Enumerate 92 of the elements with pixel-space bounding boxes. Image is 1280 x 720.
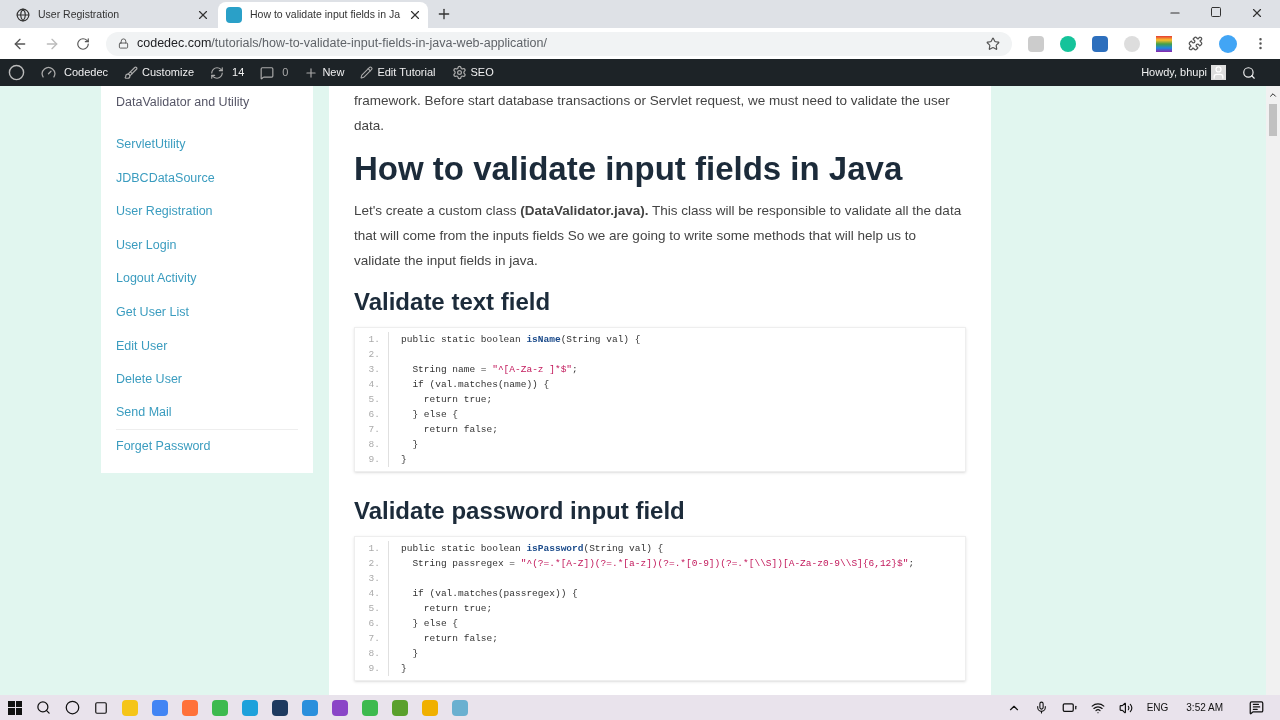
sidebar-link[interactable]: DataValidator and Utility (116, 92, 250, 112)
line-number: 4. (368, 588, 380, 599)
code-line: } (401, 454, 407, 465)
search-icon[interactable] (1242, 65, 1256, 80)
code-line: public static boolean isName(String val) { (401, 334, 641, 345)
wifi-icon[interactable] (1090, 700, 1105, 715)
code-line: String passregex = "^(?=.*[A-Z])(?=.*[a-z])(?=.*[0-9])(?=.*[\\S])[A-Za-z0-9\\S]{6,12}$"; (411, 558, 915, 569)
body-paragraph: Let's create a custom class (DataValidator.java). This class will be responsible to validate all the data that will come from the inputs fields So we are going to write some methods that will help us to validate the input fields in java. (354, 202, 963, 270)
scrollbar[interactable] (1266, 86, 1280, 695)
notifications-icon[interactable] (1249, 700, 1264, 715)
section-heading: Validate text field (354, 287, 552, 317)
updates-icon (210, 65, 224, 80)
comments-count[interactable]: 0 (282, 64, 289, 81)
battery-icon[interactable] (1061, 700, 1077, 715)
language-indicator[interactable]: ENG (1146, 700, 1169, 715)
line-number: 8. (368, 439, 380, 450)
code-line: } else { (411, 618, 458, 629)
close-icon[interactable] (408, 8, 422, 22)
start-icon[interactable] (8, 700, 22, 715)
code-line: } (401, 663, 407, 674)
line-number: 5. (368, 394, 380, 405)
lock-icon (118, 38, 129, 49)
extension-icon[interactable] (1092, 35, 1108, 52)
line-number: 7. (368, 424, 380, 435)
dashboard-icon (41, 65, 56, 80)
code-line: return false; (422, 633, 498, 644)
code-line: return true; (422, 394, 493, 405)
code-line: String name = "^[A-Za-z ]*$"; (411, 364, 578, 375)
close-icon[interactable] (1250, 6, 1264, 20)
address-bar[interactable]: codedec.com/tutorials/how-to-validate-input-fields-in-java-web-application/ (106, 31, 1012, 56)
close-icon[interactable] (196, 8, 210, 22)
brush-icon (124, 65, 139, 80)
code-line: return false; (422, 424, 498, 435)
line-number: 6. (368, 409, 380, 420)
new-tab-icon[interactable] (436, 6, 452, 22)
extension-icon[interactable] (1156, 35, 1172, 52)
puzzle-icon[interactable] (1188, 36, 1203, 51)
seo-link[interactable]: SEO (470, 64, 494, 81)
line-number: 3. (368, 573, 380, 584)
site-link[interactable]: Codedec (64, 64, 109, 81)
app-icon[interactable] (272, 699, 288, 716)
line-number: 9. (368, 663, 380, 674)
customize-link[interactable]: Customize (142, 64, 194, 81)
tab-title: How to validate input fields in Ja (250, 7, 400, 23)
profile-avatar[interactable] (1219, 34, 1237, 53)
code-line: } (411, 439, 419, 450)
edit-link[interactable]: Edit Tutorial (377, 64, 436, 81)
tab-title: User Registration (38, 7, 121, 23)
maximize-icon[interactable] (1210, 6, 1222, 18)
comments-icon (260, 65, 275, 80)
line-number: 5. (368, 603, 380, 614)
browser-tab[interactable]: User Registration (8, 2, 218, 28)
line-number: 9. (368, 454, 380, 465)
clock[interactable]: 3:52 AM (1186, 700, 1223, 715)
scroll-up-icon[interactable] (1268, 90, 1278, 100)
code-line: return true; (422, 603, 493, 614)
greeting-link[interactable]: Howdy, bhupi (1141, 64, 1207, 81)
plus-icon (304, 65, 319, 80)
code-line: } (411, 648, 419, 659)
article-heading: How to validate input fields in Java (354, 149, 904, 189)
reload-icon[interactable] (76, 36, 90, 51)
code-line: if (val.matches(passregex)) { (411, 588, 578, 599)
line-number: 2. (368, 558, 380, 569)
search-icon[interactable] (36, 700, 51, 715)
microphone-icon[interactable] (1034, 701, 1048, 714)
line-number: 1. (368, 543, 380, 554)
line-number: 7. (368, 633, 380, 644)
code-line: if (val.matches(name)) { (411, 379, 550, 390)
url-text: codedec.com/tutorials/how-to-validate-input-fields-in-java-web-application/ (137, 35, 548, 53)
site-icon (226, 7, 242, 23)
task-view-icon[interactable] (94, 700, 108, 715)
new-link[interactable]: New (322, 64, 345, 81)
volume-icon[interactable] (1118, 700, 1133, 715)
line-number: 8. (368, 648, 380, 659)
browser-tab[interactable]: How to validate input fields in Ja (218, 2, 428, 28)
line-number: 3. (368, 364, 380, 375)
line-number: 1. (368, 334, 380, 345)
app-icon[interactable] (332, 699, 348, 716)
line-number: 2. (368, 349, 380, 360)
section-heading: Validate password input field (354, 496, 686, 526)
code-line: } else { (411, 409, 458, 420)
updates-count[interactable]: 14 (232, 64, 245, 81)
cortana-icon[interactable] (65, 700, 80, 715)
line-number: 6. (368, 618, 380, 629)
line-number: 4. (368, 379, 380, 390)
star-icon[interactable] (986, 36, 1000, 51)
code-line: public static boolean isPassword(String val) { (401, 543, 664, 554)
scroll-thumb[interactable] (1269, 104, 1277, 136)
intro-paragraph: framework. Before start database transactions or Servlet request, we must need to validate the user data. (354, 92, 951, 135)
pencil-icon (360, 66, 374, 79)
gear-icon (451, 65, 467, 80)
globe-icon (16, 8, 30, 22)
